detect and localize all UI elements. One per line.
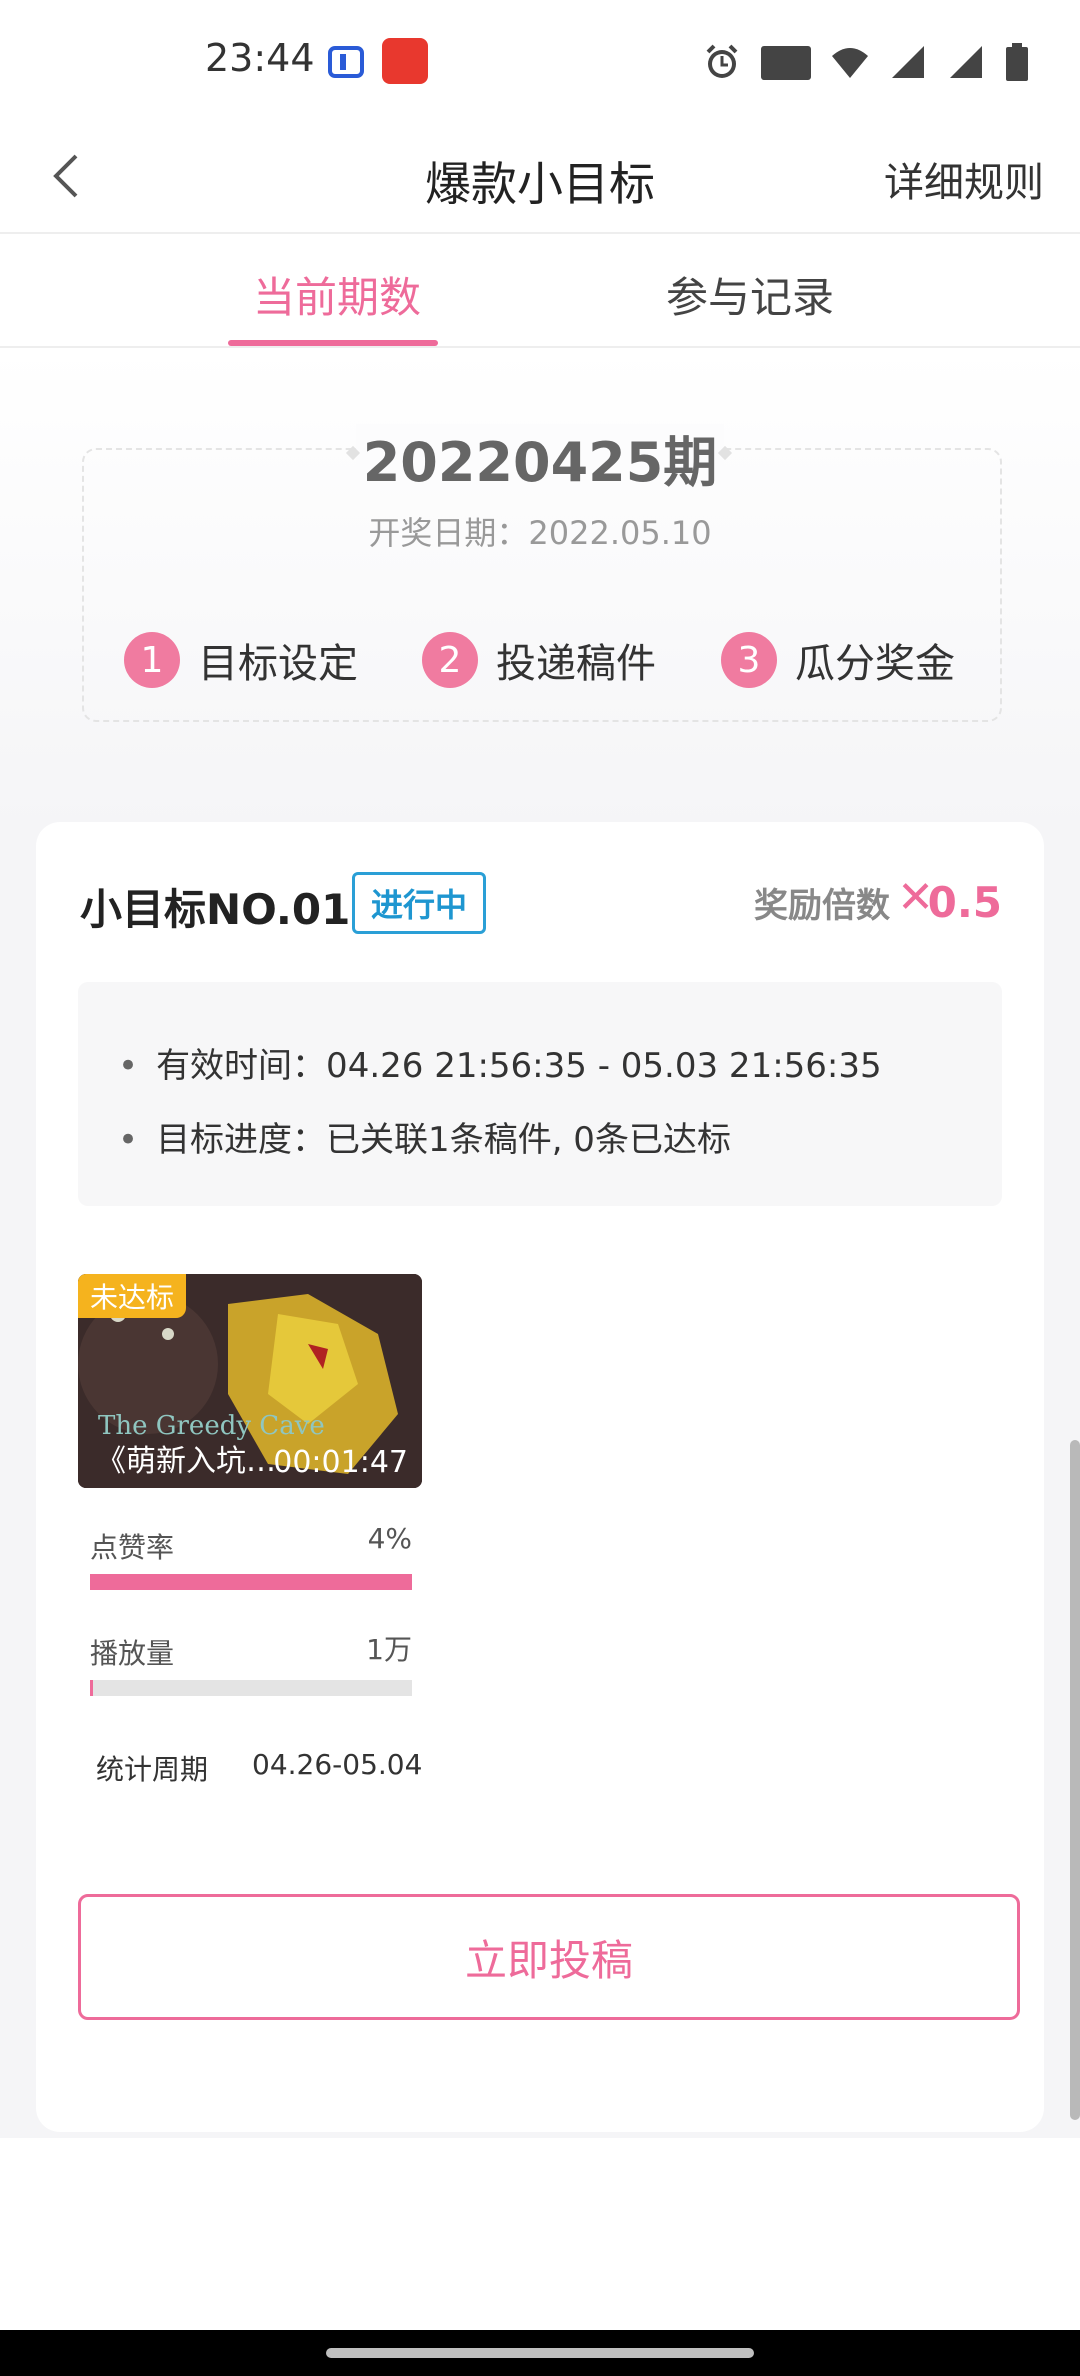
video-duration: 00:01:47 <box>273 1445 408 1480</box>
scrollbar[interactable] <box>1070 1440 1080 2120</box>
home-gesture-bar[interactable] <box>326 2348 754 2358</box>
like-rate-value: 4% <box>367 1522 412 1555</box>
valid-time: 有效时间：04.26 21:56:35 - 05.03 21:56:35 <box>156 1046 882 1086</box>
submit-now-button[interactable]: 立即投稿 <box>78 1894 1020 2020</box>
wifi-icon <box>832 48 868 78</box>
step-share-bonus: 3 瓜分奖金 <box>721 630 955 690</box>
like-rate-bar-fill <box>90 1574 412 1590</box>
step-number: 3 <box>721 632 777 688</box>
signal-4g-icon <box>950 46 982 78</box>
signal-4g-icon <box>892 46 924 78</box>
battery-icon <box>1006 43 1028 81</box>
volte-icon <box>761 46 811 80</box>
video-status-badge: 未达标 <box>78 1274 187 1318</box>
views-label: 播放量 <box>90 1637 175 1670</box>
views-bar-fill <box>90 1680 94 1696</box>
stats-period-value: 04.26-05.04 <box>252 1748 423 1781</box>
tab-current-period[interactable]: 当前期数 <box>253 264 421 325</box>
step-submit-work: 2 投递稿件 <box>422 630 656 690</box>
step-goal-setting: 1 目标设定 <box>124 630 358 690</box>
blue-app-icon <box>328 46 364 78</box>
video-title: 《萌新入坑… <box>96 1444 276 1479</box>
goal-title: 小目标NO.01 <box>80 885 351 934</box>
reward-label: 奖励倍数 <box>754 886 890 926</box>
rules-link[interactable]: 详细规则 <box>884 150 1044 208</box>
goal-info-box: • 有效时间：04.26 21:56:35 - 05.03 21:56:35 • 目… <box>78 982 1002 1206</box>
red-app-icon <box>382 38 428 84</box>
system-nav-bar <box>0 2330 1080 2376</box>
views-bar <box>90 1680 412 1696</box>
step-number: 1 <box>124 632 180 688</box>
status-bar: 23:44 <box>0 0 1080 120</box>
goal-progress: 目标进度：已关联1条稿件, 0条已达标 <box>156 1120 731 1160</box>
valid-time-row: • 有效时间：04.26 21:56:35 - 05.03 21:56:35 <box>118 1038 882 1087</box>
step-label: 投递稿件 <box>496 641 656 687</box>
step-label: 目标设定 <box>198 641 358 687</box>
progress-row: • 目标进度：已关联1条稿件, 0条已达标 <box>118 1112 731 1161</box>
views-value: 1万 <box>366 1633 412 1666</box>
video-thumbnail[interactable]: The Greedy Cave 未达标 《萌新入坑… 00:01:47 <box>78 1274 422 1488</box>
status-badge: 进行中 <box>352 872 486 934</box>
bullet-icon: • <box>118 1120 139 1160</box>
period-title: 20220425期 <box>362 431 718 494</box>
tab-bar: 当前期数 参与记录 <box>0 234 1080 348</box>
step-number: 2 <box>422 632 478 688</box>
like-rate-label: 点赞率 <box>90 1531 175 1564</box>
step-label: 瓜分奖金 <box>795 641 955 687</box>
bullet-icon: • <box>118 1046 139 1086</box>
stats-period-label: 统计周期 <box>96 1753 209 1786</box>
status-icons <box>702 40 1030 84</box>
reward-value: 0.5 <box>927 878 1002 927</box>
nav-bar: 爆款小目标 详细规则 <box>0 120 1080 234</box>
draw-date: 开奖日期：2022.05.10 <box>368 514 712 552</box>
alarm-icon <box>706 44 738 78</box>
active-tab-indicator <box>228 340 438 346</box>
tab-participation-record[interactable]: 参与记录 <box>666 264 834 325</box>
goal-card: 小目标NO.01 进行中 奖励倍数 ✕ 0.5 • 有效时间：04.26 21:5… <box>36 822 1044 2132</box>
period-section: 20220425期 开奖日期：2022.05.10 1 目标设定 2 投递稿件 … <box>0 348 1080 828</box>
status-time: 23:44 <box>205 36 315 80</box>
like-rate-bar <box>90 1574 412 1590</box>
